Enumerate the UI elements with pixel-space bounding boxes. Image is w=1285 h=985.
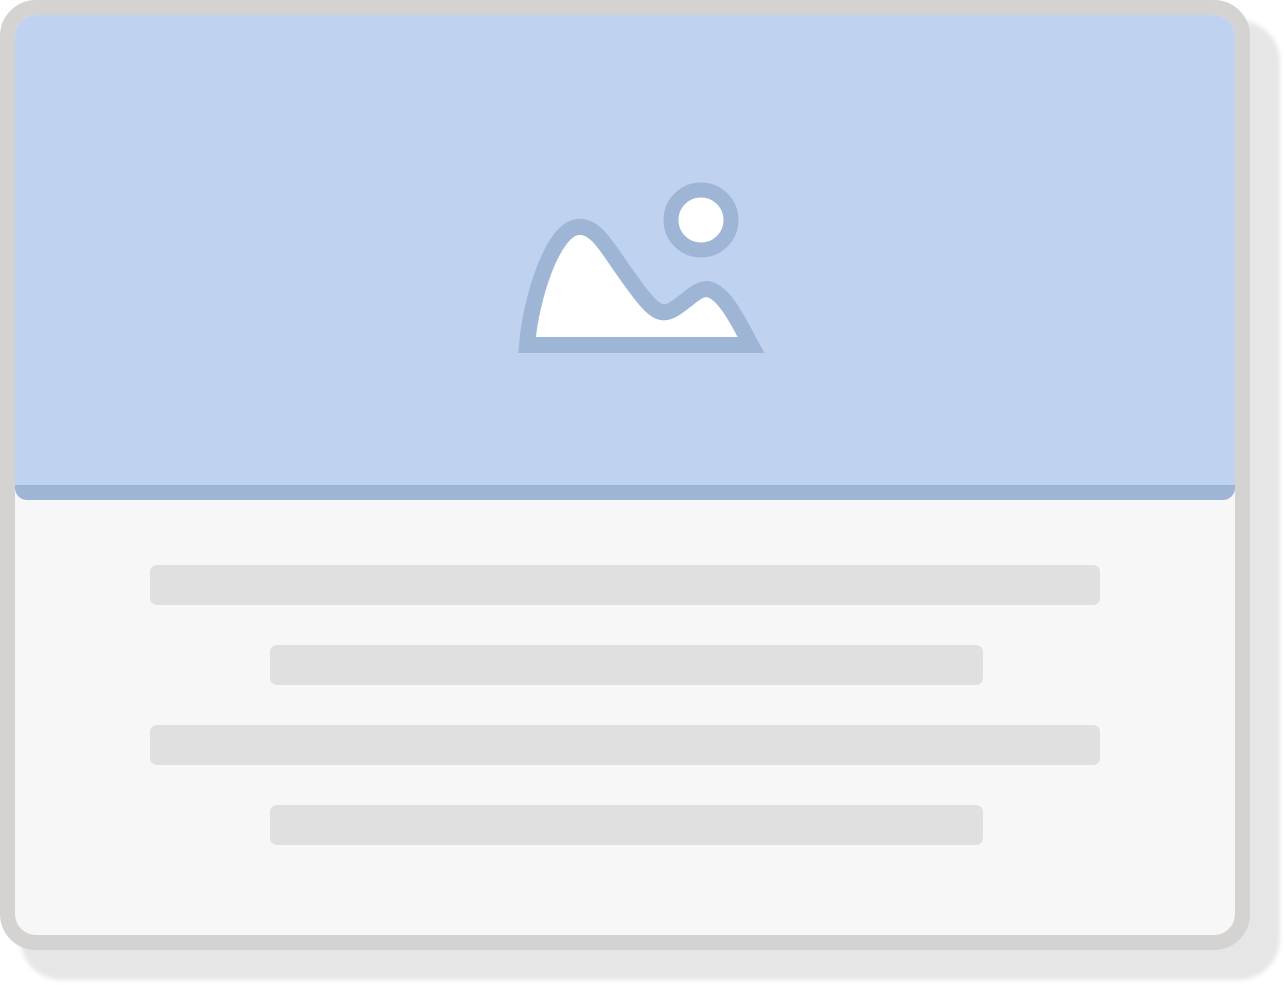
hero-image-area — [15, 15, 1235, 485]
text-line-4 — [270, 805, 983, 845]
sun-shape — [663, 182, 739, 258]
hero-divider — [15, 485, 1235, 500]
text-line-2 — [270, 645, 983, 685]
placeholder-card — [0, 0, 1250, 950]
text-line-3 — [150, 725, 1100, 765]
text-line-1 — [150, 565, 1100, 605]
image-placeholder-icon — [518, 182, 765, 353]
